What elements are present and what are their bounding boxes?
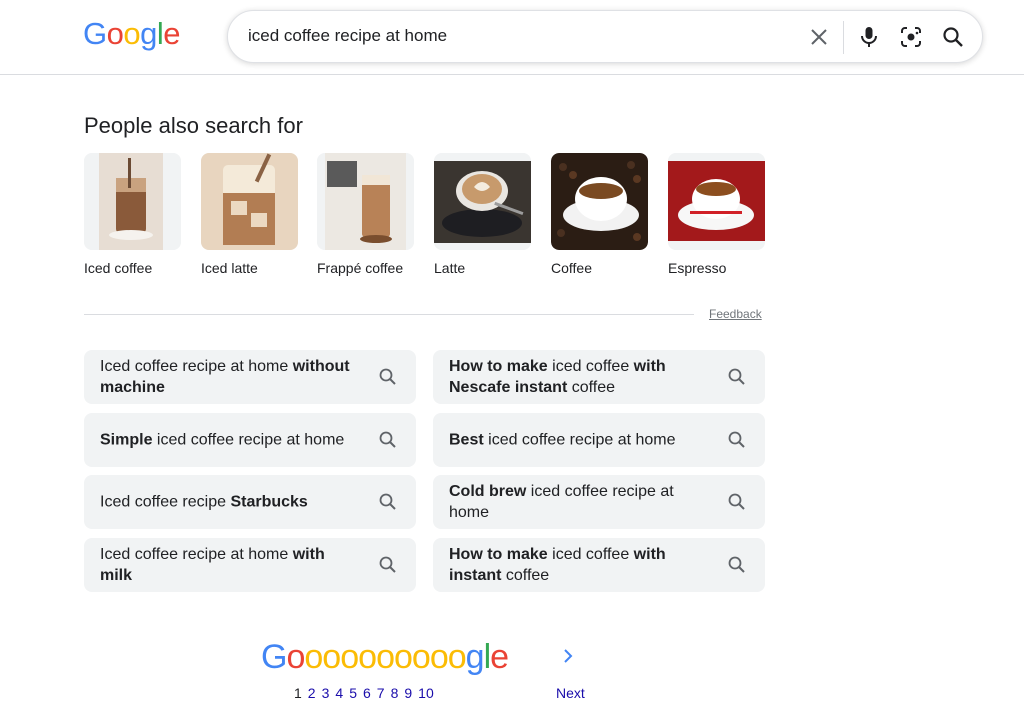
people-also-search-title: People also search for — [84, 113, 303, 138]
section-divider — [84, 314, 694, 315]
pasf-item-frappe-coffee[interactable]: Frappé coffee — [317, 153, 414, 276]
related-search-chip[interactable]: How to make iced coffee with instant cof… — [433, 538, 765, 592]
search-icon — [378, 430, 398, 450]
related-search-text: Cold brew iced coffee recipe at home — [449, 483, 674, 521]
search-box-divider — [843, 21, 844, 54]
related-search-chip[interactable]: How to make iced coffee with Nescafe ins… — [433, 350, 765, 404]
logo-letter: e — [163, 16, 181, 51]
logo-letter: g — [140, 16, 157, 51]
pager-logo-letter[interactable]: o — [286, 638, 305, 676]
pasf-label: Iced coffee — [84, 260, 153, 276]
pasf-item-latte[interactable]: Latte — [434, 153, 531, 276]
espresso-image[interactable] — [668, 153, 765, 250]
search-icon — [727, 367, 747, 387]
pager-logo-letter[interactable]: o — [376, 638, 395, 676]
lens-icon[interactable] — [898, 24, 924, 50]
pasf-item-iced-latte[interactable]: Iced latte — [201, 153, 298, 276]
search-icon — [378, 492, 398, 512]
pager-logo-letter: g — [465, 638, 485, 676]
next-page-link[interactable]: Next — [556, 685, 585, 701]
related-search-text: How to make iced coffee with instant cof… — [449, 546, 666, 584]
page-numbers: 1 2 3 4 5 6 7 8 9 10 — [294, 685, 440, 701]
page-number-2[interactable]: 2 — [308, 685, 316, 701]
related-search-text: Iced coffee recipe at home without machi… — [100, 358, 350, 396]
search-header: Google iced coffee recipe at home — [0, 0, 1024, 75]
pasf-label: Frappé coffee — [317, 260, 404, 276]
pager-logo-letter[interactable]: o — [412, 638, 431, 676]
logo-letter: o — [123, 16, 141, 51]
pasf-label: Latte — [434, 260, 466, 276]
page-number-4[interactable]: 4 — [335, 685, 343, 701]
pager-logo-letter[interactable]: o — [394, 638, 413, 676]
search-icon — [727, 555, 747, 575]
page-number-1: 1 — [294, 685, 302, 701]
page-number-9[interactable]: 9 — [404, 685, 412, 701]
pager-logo-letter[interactable]: o — [358, 638, 377, 676]
pager-logo-letter[interactable]: o — [322, 638, 341, 676]
search-icon — [727, 492, 747, 512]
coffee-image[interactable] — [551, 153, 648, 250]
pasf-label: Coffee — [551, 260, 592, 276]
related-search-chip[interactable]: Simple iced coffee recipe at home — [84, 413, 416, 467]
page-number-5[interactable]: 5 — [349, 685, 357, 701]
pasf-item-coffee[interactable]: Coffee — [551, 153, 648, 276]
logo-letter: o — [106, 16, 124, 51]
related-search-text: Best iced coffee recipe at home — [449, 431, 676, 449]
truncated-result-text — [83, 66, 233, 76]
page-number-3[interactable]: 3 — [322, 685, 330, 701]
related-search-text: Simple iced coffee recipe at home — [100, 431, 345, 449]
related-search-chip[interactable]: Cold brew iced coffee recipe at home — [433, 475, 765, 529]
related-search-text: Iced coffee recipe at home with milk — [100, 546, 325, 584]
page-number-7[interactable]: 7 — [377, 685, 385, 701]
related-search-chip[interactable]: Iced coffee recipe at home with milk — [84, 538, 416, 592]
related-search-text: How to make iced coffee with Nescafe ins… — [449, 358, 666, 396]
google-logo[interactable]: Google — [83, 16, 181, 52]
page-number-6[interactable]: 6 — [363, 685, 371, 701]
pasf-item-espresso[interactable]: Espresso — [668, 153, 765, 276]
related-search-chip[interactable]: Best iced coffee recipe at home — [433, 413, 765, 467]
pagination-logo: Goooooooooogle — [261, 638, 509, 677]
pasf-label: Iced latte — [201, 260, 258, 276]
pager-logo-letter[interactable]: o — [430, 638, 449, 676]
logo-letter: G — [83, 16, 107, 51]
related-search-chip[interactable]: Iced coffee recipe at home without machi… — [84, 350, 416, 404]
next-arrow-icon[interactable] — [562, 648, 574, 669]
pager-logo-letter[interactable]: o — [304, 638, 323, 676]
pager-logo-letter: G — [261, 638, 287, 676]
latte-image[interactable] — [434, 153, 531, 250]
related-search-chip[interactable]: Iced coffee recipe Starbucks — [84, 475, 416, 529]
pasf-label: Espresso — [668, 260, 727, 276]
iced-latte-image[interactable] — [201, 153, 298, 250]
search-box[interactable]: iced coffee recipe at home — [227, 10, 983, 63]
pager-logo-letter[interactable]: o — [340, 638, 359, 676]
search-icon — [727, 430, 747, 450]
frappe-coffee-image[interactable] — [317, 153, 414, 250]
search-icon — [378, 555, 398, 575]
page-number-8[interactable]: 8 — [391, 685, 399, 701]
search-input[interactable]: iced coffee recipe at home — [248, 26, 447, 46]
pasf-item-iced-coffee[interactable]: Iced coffee — [84, 153, 181, 276]
search-icon[interactable] — [940, 24, 966, 50]
search-icon — [378, 367, 398, 387]
page-number-10[interactable]: 10 — [418, 685, 434, 701]
clear-icon[interactable] — [806, 24, 832, 50]
feedback-link[interactable]: Feedback — [709, 307, 762, 321]
microphone-icon[interactable] — [856, 24, 882, 50]
related-search-text: Iced coffee recipe Starbucks — [100, 493, 308, 511]
iced-coffee-image[interactable] — [84, 153, 181, 250]
pager-logo-letter[interactable]: o — [448, 638, 467, 676]
pager-logo-letter: e — [490, 638, 509, 676]
